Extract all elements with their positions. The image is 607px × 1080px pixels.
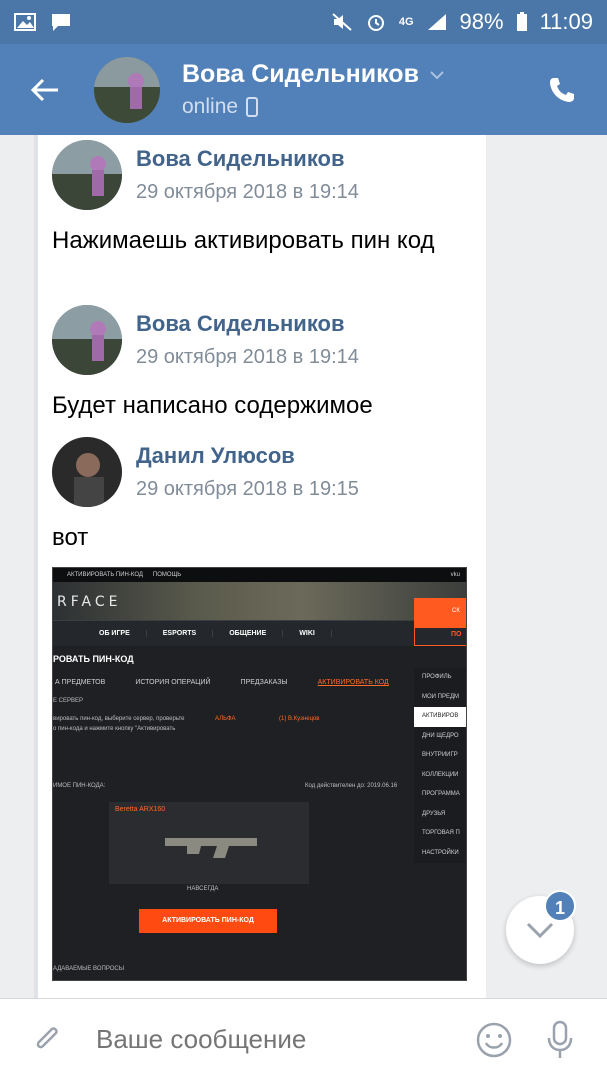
message-author[interactable]: Вова Сидельников <box>136 311 359 337</box>
item-duration: НАВСЕГДА <box>187 886 219 892</box>
server-label: Е СЕРВЕР <box>53 698 84 704</box>
voice-message-button[interactable] <box>527 999 593 1080</box>
avatar[interactable] <box>52 437 122 507</box>
rifle-icon <box>165 838 257 858</box>
message-date: 29 октября 2018 в 19:14 <box>136 346 359 368</box>
smile-icon <box>476 1022 512 1057</box>
clock: 11:09 <box>539 9 593 34</box>
chat-header: Вова Сидельников online <box>0 44 607 135</box>
battery-percent: 98% <box>459 9 504 34</box>
chevron-down-icon <box>526 922 554 939</box>
network-type: 4G <box>398 16 414 28</box>
message-input[interactable] <box>96 1024 461 1055</box>
activate-pin-button: АКТИВИРОВАТЬ ПИН-КОД <box>139 909 277 933</box>
paperclip-icon <box>36 1026 58 1048</box>
server-hint: вировать пин-код, выберите сервер, прове… <box>53 716 185 722</box>
message-notification-icon <box>52 14 70 31</box>
mute-icon <box>332 13 352 31</box>
server-character: (1) В.Кузнецов <box>279 716 320 722</box>
signal-icon <box>427 14 446 30</box>
message-text: вот <box>52 524 89 551</box>
server-option: АЛЬФА <box>215 716 236 722</box>
message-composer <box>0 998 607 1080</box>
item-card: Beretta ARX160 <box>109 802 309 884</box>
server-hint: о пин-кода и нажмите кнопку "Активироват… <box>53 726 176 732</box>
message-header: Данил Улюсов 29 октября 2018 в 19:15 <box>52 437 359 507</box>
faq-label: АДАВАЕМЫЕ ВОПРОСЫ <box>53 966 125 972</box>
game-site-topbar: АКТИВИРОВАТЬ ПИН-КОД ПОМОЩЬ vku <box>53 568 466 582</box>
mobile-device-icon <box>246 97 259 117</box>
chevron-down-icon <box>430 70 444 79</box>
emoji-button[interactable] <box>461 999 527 1080</box>
message-header: Вова Сидельников 29 октября 2018 в 19:14 <box>52 305 359 375</box>
photo-attachment[interactable]: АКТИВИРОВАТЬ ПИН-КОД ПОМОЩЬ vku RFACE СК… <box>52 567 467 981</box>
status-bar: 4G 98% 11:09 <box>0 0 607 44</box>
forwarded-messages: Вова Сидельников 29 октября 2018 в 19:14… <box>34 135 486 998</box>
attach-button[interactable] <box>0 999 96 1080</box>
avatar[interactable] <box>52 305 122 375</box>
game-sidebar: ПРОФИЛЬ МОИ ПРЕДМ АКТИВИРОВ ДНИ ЩЕДРО ВН… <box>414 668 466 863</box>
game-logo: RFACE <box>57 594 122 610</box>
contact-name[interactable]: Вова Сидельников <box>182 60 445 89</box>
contact-status: online <box>182 95 445 119</box>
valid-until: Код действителен до: 2019.06.16 <box>305 783 398 789</box>
alarm-icon <box>367 15 384 31</box>
message-date: 29 октября 2018 в 19:14 <box>136 181 359 203</box>
message-header: Вова Сидельников 29 октября 2018 в 19:14 <box>52 140 359 210</box>
item-name: Beretta ARX160 <box>115 806 166 813</box>
game-site-nav: ОБ ИГРЕ ESPORTS ОБЩЕНИЕ WIKI ПО <box>53 620 466 646</box>
phone-icon <box>550 77 574 102</box>
message-author[interactable]: Вова Сидельников <box>136 146 359 172</box>
message-date: 29 октября 2018 в 19:15 <box>136 478 359 500</box>
battery-icon <box>516 12 527 31</box>
game-banner: RFACE СК <box>53 582 466 628</box>
unread-count-badge: 1 <box>544 890 576 922</box>
back-button[interactable] <box>0 44 90 135</box>
arrow-back-icon <box>30 78 58 101</box>
contact-avatar[interactable] <box>94 56 160 123</box>
message-text: Нажимаешь активировать пин код <box>52 227 435 254</box>
content-label: ИМОЕ ПИН-КОДА: <box>53 783 106 789</box>
message-author[interactable]: Данил Улюсов <box>136 443 359 469</box>
call-button[interactable] <box>517 44 607 135</box>
gallery-notification-icon <box>14 13 36 31</box>
game-tabs: А ПРЕДМЕТОВ ИСТОРИЯ ОПЕРАЦИЙ ПРЕДЗАКАЗЫ … <box>55 679 389 686</box>
banner-button: СК <box>414 598 466 628</box>
microphone-icon <box>547 1020 573 1058</box>
avatar[interactable] <box>52 140 122 210</box>
message-text: Будет написано содержимое <box>52 392 373 419</box>
game-page-title: РОВАТЬ ПИН-КОД <box>53 654 134 664</box>
